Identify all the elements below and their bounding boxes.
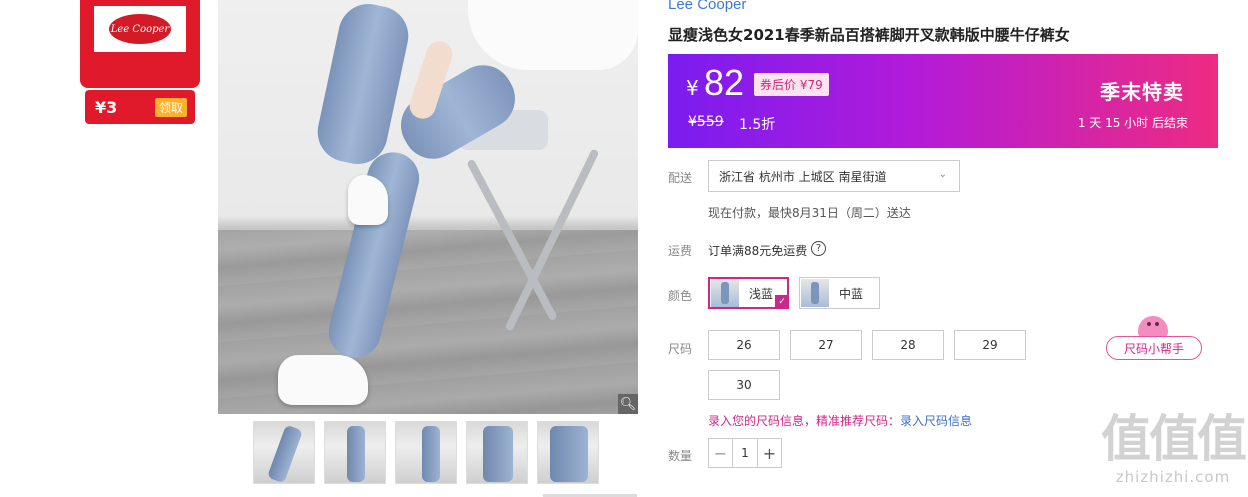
color-swatch — [801, 279, 829, 307]
size-info-link[interactable]: 录入尺码信息 — [900, 414, 972, 428]
thumbnail-strip — [253, 421, 599, 484]
size-helper-button[interactable]: 尺码小帮手 — [1106, 336, 1202, 360]
shoe — [348, 175, 388, 225]
watermark: 值值值 zhizhizhi.com — [1098, 410, 1248, 486]
shipping-text: 订单满88元免运费 — [708, 244, 808, 258]
delivery-estimate: 现在付款，最快8月31日（周二）送达 — [708, 206, 911, 220]
shirt — [468, 0, 638, 70]
chevron-down-icon: ⌄ — [938, 169, 947, 180]
color-option-label: 浅蓝 — [749, 286, 774, 301]
countdown: 1 天 15 小时 后结束 — [1077, 116, 1188, 130]
color-option-label: 中蓝 — [839, 286, 864, 301]
promo-banner: ¥ 82 券后价 ¥79 ¥559 1.5折 季末特卖 1 天 15 小时 后结… — [668, 54, 1218, 148]
product-title: 显瘦浅色女2021春季新品百搭裤脚开叉款韩版中腰牛仔裤女 — [668, 26, 1070, 44]
color-label: 颜色 — [668, 289, 693, 303]
mascot-icon — [1138, 316, 1168, 338]
promo-price: 82 — [704, 62, 745, 103]
size-hint: 录入您的尺码信息，精准推荐尺码：录入尺码信息 — [708, 412, 972, 429]
store-logo[interactable]: Lee Cooper — [94, 6, 186, 52]
product-page: Lee Cooper ¥3 领取 🔍︎ Lee Cooper 显瘦浅色女2021… — [0, 0, 1248, 497]
zoom-icon[interactable]: 🔍︎ — [618, 394, 638, 414]
quantity-increase-button[interactable]: + — [757, 439, 781, 467]
watermark-url: zhizhizhi.com — [1115, 468, 1231, 486]
store-card[interactable]: Lee Cooper — [80, 0, 200, 88]
quantity-input[interactable]: 1 — [733, 439, 757, 467]
check-icon: ✓ — [775, 295, 789, 309]
address-select[interactable]: 浙江省 杭州市 上城区 南星街道 ⌄ — [708, 160, 960, 192]
shoe — [278, 355, 368, 405]
size-hint-text: 录入您的尺码信息，精准推荐尺码： — [708, 414, 901, 428]
size-option[interactable]: 28 — [872, 330, 944, 360]
brand-link[interactable]: Lee Cooper — [668, 0, 746, 13]
quantity-stepper[interactable]: − 1 + — [708, 438, 782, 468]
claim-coupon-button[interactable]: 领取 — [154, 97, 187, 117]
size-option[interactable]: 26 — [708, 330, 780, 360]
jeans-leg — [312, 0, 414, 170]
shipping-label: 运费 — [668, 244, 693, 258]
color-swatch — [711, 279, 739, 307]
store-coupon[interactable]: ¥3 领取 — [85, 90, 195, 124]
color-option-mid-blue[interactable]: 中蓝 — [799, 277, 880, 309]
watermark-glyph: 值值值 — [1101, 410, 1247, 468]
help-icon[interactable]: ? — [811, 241, 826, 256]
thumbnail[interactable] — [537, 421, 599, 484]
price-currency: ¥ — [686, 76, 699, 100]
discount-rate: 1.5折 — [739, 117, 776, 133]
size-option[interactable]: 29 — [954, 330, 1026, 360]
thumbnail[interactable] — [395, 421, 457, 484]
main-product-image[interactable] — [218, 0, 638, 414]
coupon-price-badge: 券后价 ¥79 — [754, 73, 829, 96]
quantity-decrease-button[interactable]: − — [709, 439, 733, 467]
store-logo-text: Lee Cooper — [109, 14, 171, 44]
delivery-label: 配送 — [668, 171, 693, 185]
address-value: 浙江省 杭州市 上城区 南星街道 — [719, 169, 887, 184]
size-option[interactable]: 30 — [708, 370, 780, 400]
thumbnail[interactable] — [466, 421, 528, 484]
color-option-light-blue[interactable]: 浅蓝 ✓ — [708, 277, 789, 309]
quantity-label: 数量 — [668, 449, 693, 463]
original-price: ¥559 — [688, 114, 724, 130]
size-label: 尺码 — [668, 342, 693, 356]
coupon-amount: ¥3 — [95, 97, 118, 117]
thumbnail[interactable] — [253, 421, 315, 484]
size-option[interactable]: 27 — [790, 330, 862, 360]
thumbnail[interactable] — [324, 421, 386, 484]
event-title: 季末特卖 — [1100, 80, 1184, 104]
